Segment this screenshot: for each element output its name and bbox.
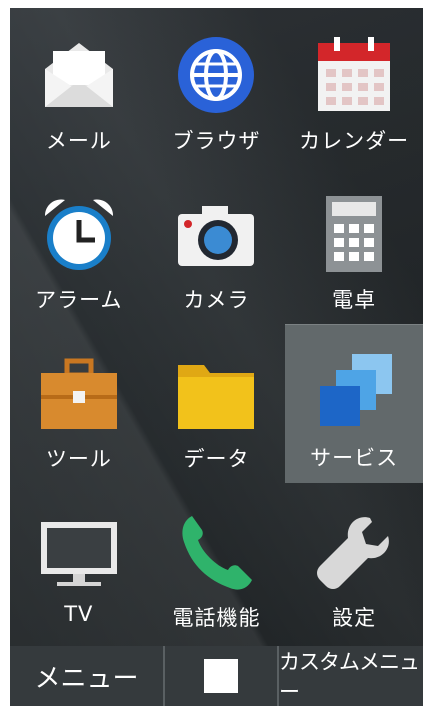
center-softkey[interactable] bbox=[165, 646, 279, 706]
menu-softkey[interactable]: メニュー bbox=[10, 646, 165, 706]
app-calendar[interactable]: カレンダー bbox=[285, 8, 423, 167]
app-label: ブラウザ bbox=[172, 129, 261, 153]
app-label: データ bbox=[183, 447, 250, 471]
app-label: サービス bbox=[310, 446, 399, 470]
app-data[interactable]: データ bbox=[148, 326, 286, 485]
softkey-bar: メニュー カスタムメニュー bbox=[10, 646, 423, 706]
app-calculator[interactable]: 電卓 bbox=[285, 167, 423, 326]
app-label: 設定 bbox=[332, 606, 377, 630]
app-browser[interactable]: ブラウザ bbox=[148, 8, 286, 167]
wrench-icon bbox=[312, 510, 396, 594]
browser-globe-icon bbox=[174, 33, 258, 117]
app-label: 電話機能 bbox=[172, 606, 261, 630]
app-alarm[interactable]: アラーム bbox=[10, 167, 148, 326]
app-label: TV bbox=[64, 602, 94, 626]
toolbox-icon bbox=[37, 351, 121, 435]
alarm-clock-icon bbox=[37, 192, 121, 276]
app-tools[interactable]: ツール bbox=[10, 326, 148, 485]
app-label: ツール bbox=[45, 447, 112, 471]
app-phone[interactable]: 電話機能 bbox=[148, 485, 286, 644]
app-label: メール bbox=[45, 129, 112, 153]
app-label: アラーム bbox=[35, 288, 123, 312]
app-label: カレンダー bbox=[299, 129, 410, 153]
app-mail[interactable]: メール bbox=[10, 8, 148, 167]
app-label: 電卓 bbox=[332, 288, 377, 312]
mail-icon bbox=[37, 33, 121, 117]
app-services[interactable]: サービス bbox=[285, 324, 423, 483]
calendar-icon bbox=[312, 33, 396, 117]
app-label: カメラ bbox=[183, 288, 250, 312]
app-tv[interactable]: TV bbox=[10, 485, 148, 644]
square-icon bbox=[204, 659, 238, 693]
custom-menu-softkey[interactable]: カスタムメニュー bbox=[279, 646, 423, 706]
calculator-icon bbox=[312, 192, 396, 276]
app-grid: メール ブラウザ カレンダー アラーム カメラ 電卓 ツール データ サービス … bbox=[10, 8, 423, 644]
app-settings[interactable]: 設定 bbox=[285, 485, 423, 644]
tv-icon bbox=[37, 510, 121, 594]
phone-screen: メール ブラウザ カレンダー アラーム カメラ 電卓 ツール データ サービス … bbox=[10, 8, 423, 706]
app-camera[interactable]: カメラ bbox=[148, 167, 286, 326]
services-stack-icon bbox=[312, 350, 396, 434]
folder-icon bbox=[174, 351, 258, 435]
phone-icon bbox=[174, 510, 258, 594]
camera-icon bbox=[174, 192, 258, 276]
